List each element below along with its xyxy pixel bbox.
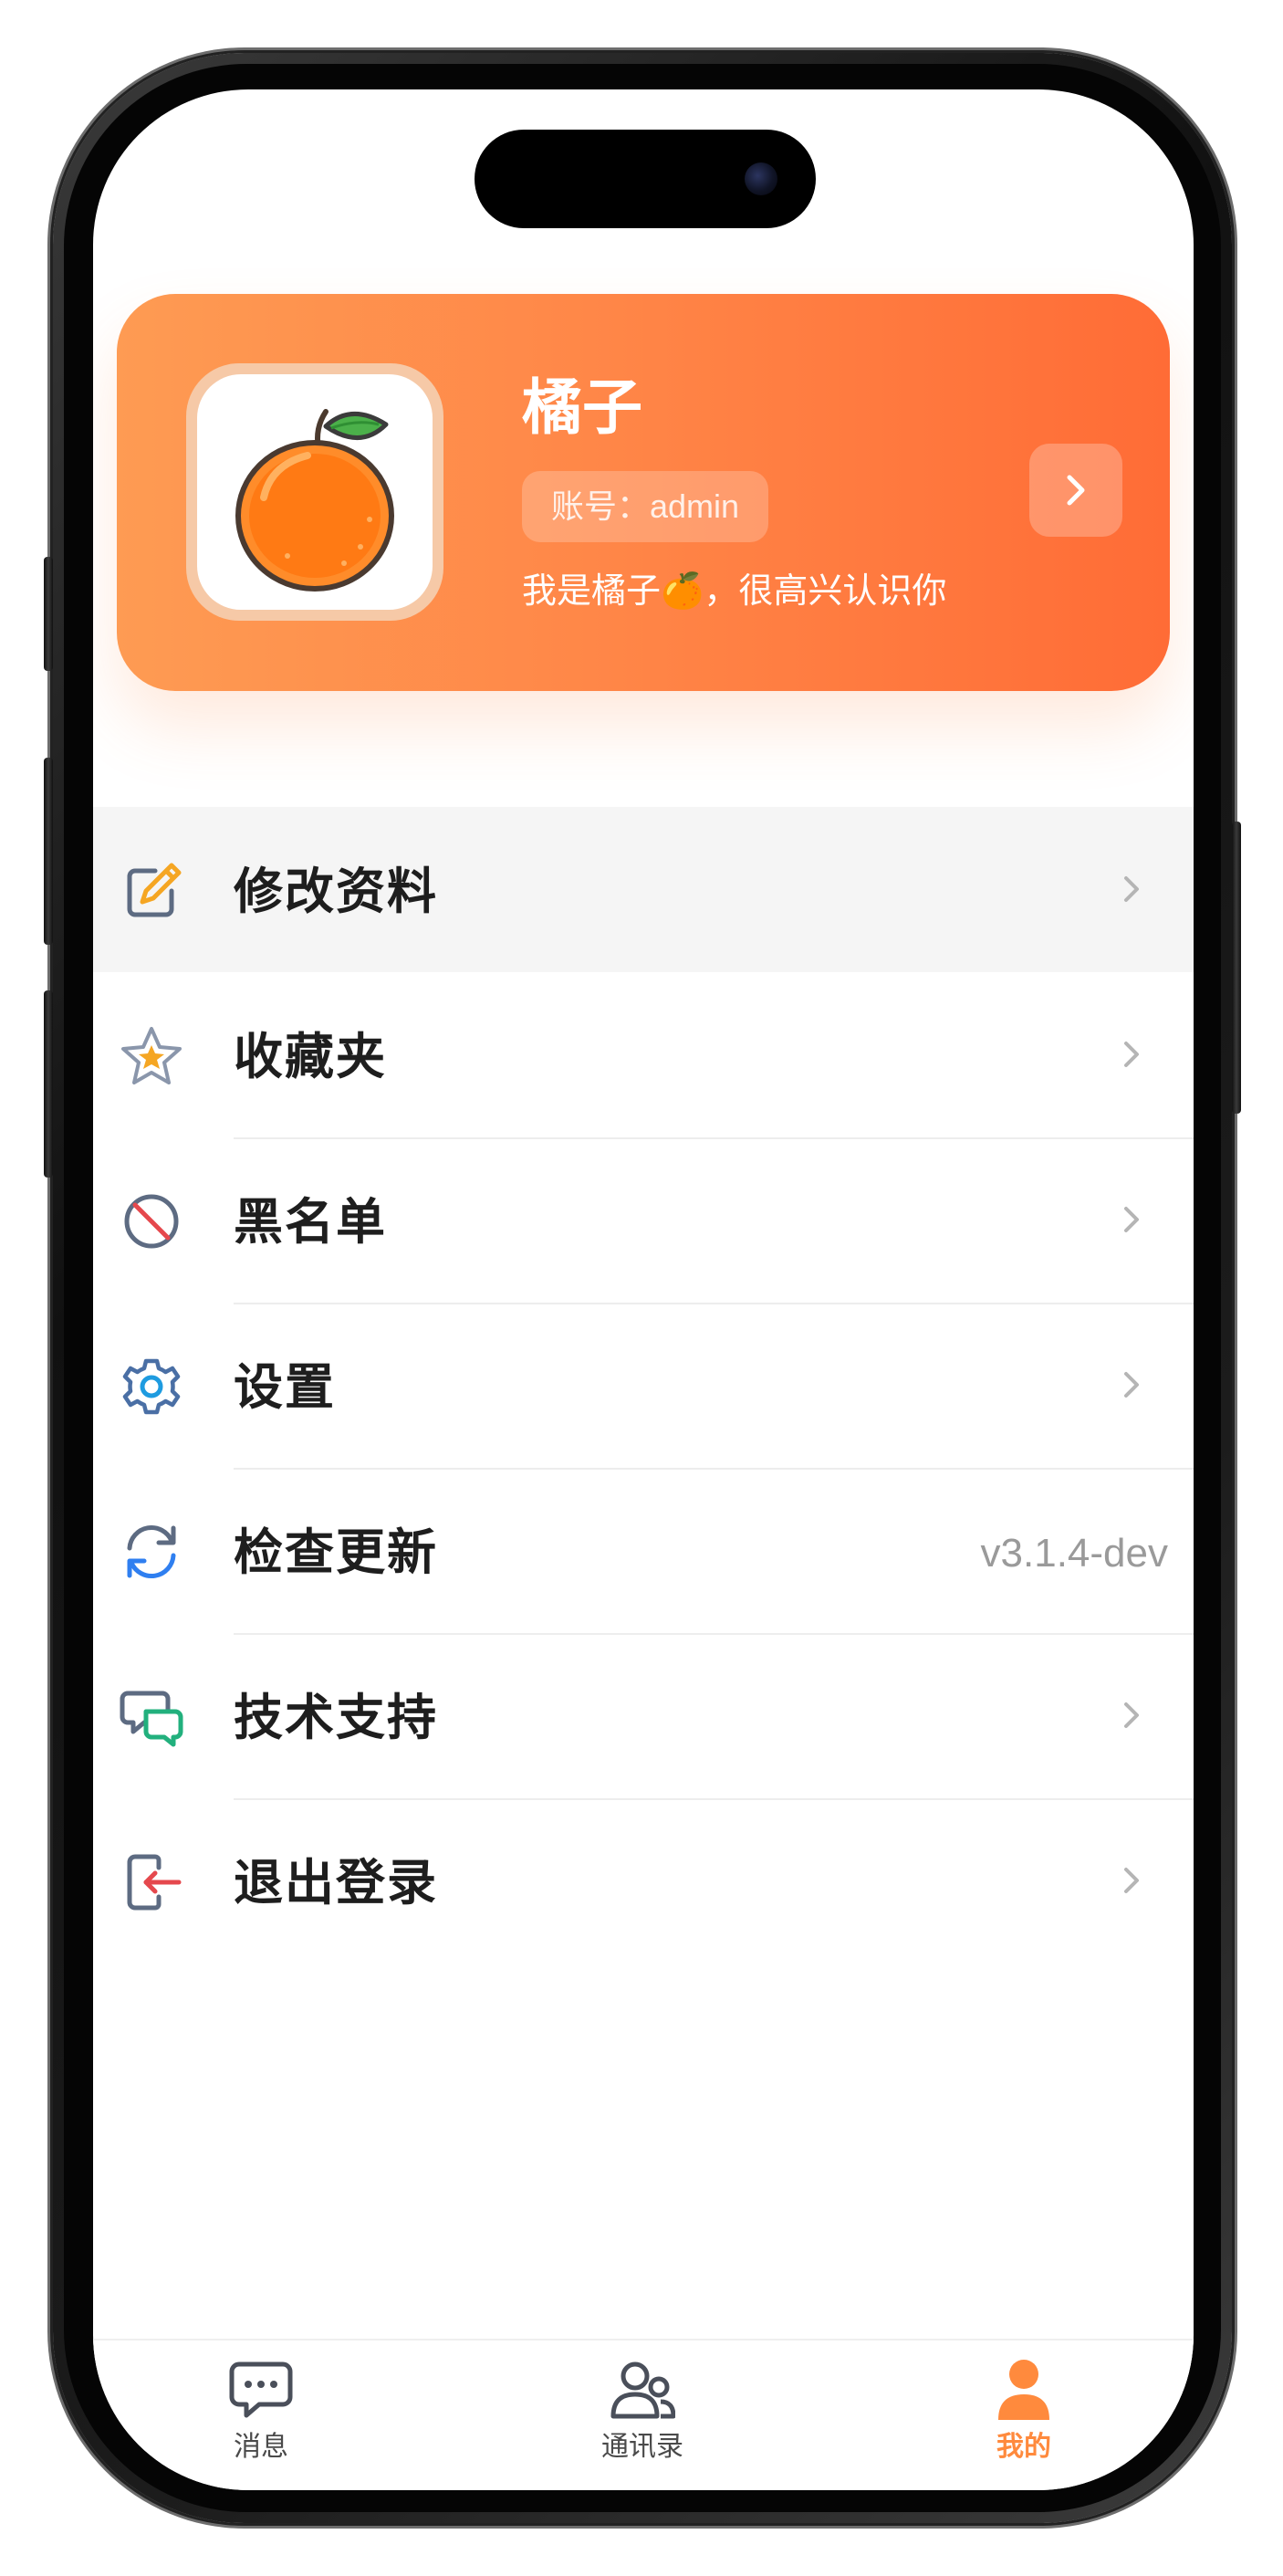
tab-mine[interactable]: 我的 [933, 2357, 1115, 2485]
star-icon [119, 1023, 184, 1089]
action-button [44, 557, 53, 671]
chevron-right-icon [1124, 876, 1139, 902]
settings-menu: 修改资料 收藏夹 黑名单 设置 检查更新 v3.1.4-dev 技术支持 退出登… [93, 807, 1194, 1963]
tab-label: 我的 [996, 2432, 1051, 2462]
volume-up-button [44, 758, 53, 945]
avatar[interactable] [186, 363, 443, 621]
divider [234, 1798, 1194, 1800]
profile-detail-button[interactable] [1029, 444, 1122, 537]
menu-item-favorites[interactable]: 收藏夹 [93, 972, 1194, 1137]
divider [234, 1303, 1194, 1304]
tab-messages[interactable]: 消息 [170, 2357, 352, 2485]
dynamic-island [475, 130, 816, 228]
menu-item-label: 黑名单 [234, 1195, 387, 1250]
divider [234, 1468, 1194, 1470]
menu-item-label: 技术支持 [234, 1691, 438, 1745]
version-text: v3.1.4-dev [980, 1531, 1168, 1576]
screen: 橘子 账号：admin 我是橘子🍊，很高兴认识你 修改资料 收藏夹 黑名单 设置… [93, 89, 1194, 2490]
chevron-right-icon [1067, 475, 1085, 506]
gear-icon [119, 1354, 184, 1419]
contacts-icon [606, 2357, 679, 2423]
user-icon [987, 2357, 1060, 2423]
chevron-right-icon [1124, 1042, 1139, 1067]
account-badge: 账号：admin [522, 471, 769, 542]
profile-card[interactable]: 橘子 账号：admin 我是橘子🍊，很高兴认识你 [117, 294, 1170, 691]
chat-support-icon [119, 1684, 184, 1750]
logout-icon [119, 1849, 184, 1915]
menu-item-label: 收藏夹 [234, 1030, 387, 1084]
message-icon [224, 2357, 297, 2423]
power-button [1232, 822, 1241, 1114]
tab-bar: 消息 通讯录 我的 [93, 2339, 1194, 2490]
menu-item-label: 设置 [234, 1360, 336, 1415]
divider [234, 1137, 1194, 1139]
divider [234, 1633, 1194, 1635]
menu-item-label: 修改资料 [234, 864, 438, 919]
menu-item-label: 退出登录 [234, 1856, 438, 1911]
tab-label: 消息 [234, 2432, 288, 2462]
menu-item-label: 检查更新 [234, 1525, 438, 1580]
menu-item-edit-profile[interactable]: 修改资料 [93, 807, 1194, 972]
profile-bio: 我是橘子🍊，很高兴认识你 [522, 572, 947, 611]
menu-item-logout[interactable]: 退出登录 [93, 1798, 1194, 1963]
chevron-right-icon [1124, 1207, 1139, 1232]
volume-down-button [44, 990, 53, 1178]
menu-item-blacklist[interactable]: 黑名单 [93, 1137, 1194, 1303]
orange-icon [235, 409, 394, 592]
menu-item-settings[interactable]: 设置 [93, 1303, 1194, 1468]
menu-item-check-update[interactable]: 检查更新 v3.1.4-dev [93, 1468, 1194, 1633]
menu-item-tech-support[interactable]: 技术支持 [93, 1633, 1194, 1798]
chevron-right-icon [1124, 1702, 1139, 1728]
tab-label: 通讯录 [601, 2432, 683, 2462]
edit-icon [119, 858, 184, 924]
chevron-right-icon [1124, 1868, 1139, 1893]
profile-name: 橘子 [522, 373, 642, 441]
block-icon [119, 1189, 184, 1254]
camera-icon [745, 162, 777, 195]
chevron-right-icon [1124, 1372, 1139, 1398]
tab-contacts[interactable]: 通讯录 [551, 2357, 734, 2485]
refresh-icon [119, 1519, 184, 1585]
avatar-image [197, 374, 433, 610]
